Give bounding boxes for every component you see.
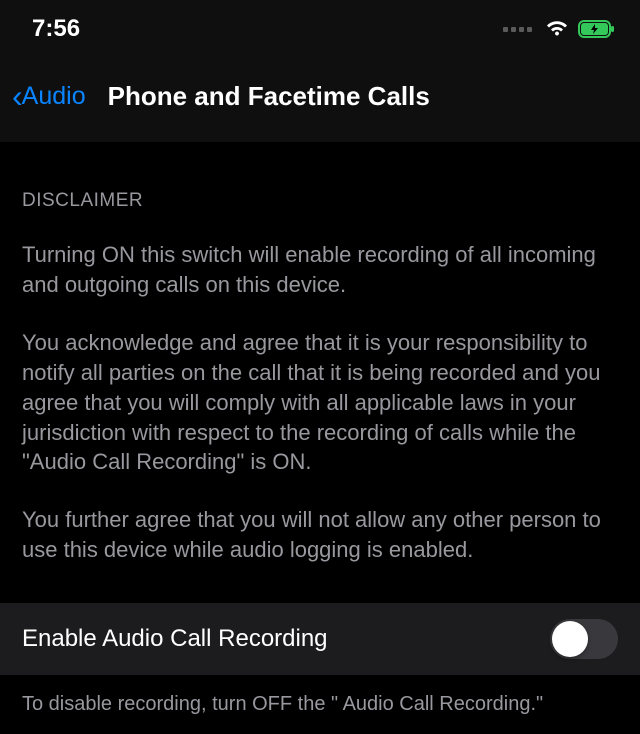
toggle-knob <box>552 621 588 657</box>
status-time: 7:56 <box>32 15 80 43</box>
battery-charging-icon <box>578 19 616 39</box>
footer-text: To disable recording, turn OFF the " Aud… <box>0 675 640 734</box>
enable-recording-toggle[interactable] <box>550 619 618 659</box>
disclaimer-para-2: You acknowledge and agree that it is you… <box>22 328 618 478</box>
disclaimer-para-3: You further agree that you will not allo… <box>22 505 618 565</box>
nav-bar: ‹ Audio Phone and Facetime Calls <box>0 54 640 142</box>
disclaimer-para-1: Turning ON this switch will enable recor… <box>22 240 618 300</box>
page-title: Phone and Facetime Calls <box>108 81 430 112</box>
status-icons <box>503 19 616 39</box>
disclaimer-heading: DISCLAIMER <box>22 190 618 212</box>
content-area: DISCLAIMER Turning ON this switch will e… <box>0 142 640 734</box>
disclaimer-section: DISCLAIMER Turning ON this switch will e… <box>0 142 640 595</box>
back-button[interactable]: ‹ Audio <box>12 80 86 112</box>
enable-recording-row: Enable Audio Call Recording <box>0 603 640 675</box>
toggle-label: Enable Audio Call Recording <box>22 625 328 653</box>
status-bar: 7:56 <box>0 0 640 54</box>
disclaimer-text: Turning ON this switch will enable recor… <box>22 240 618 565</box>
signal-dots-icon <box>503 27 532 32</box>
back-label: Audio <box>22 82 86 111</box>
wifi-icon <box>544 19 570 39</box>
